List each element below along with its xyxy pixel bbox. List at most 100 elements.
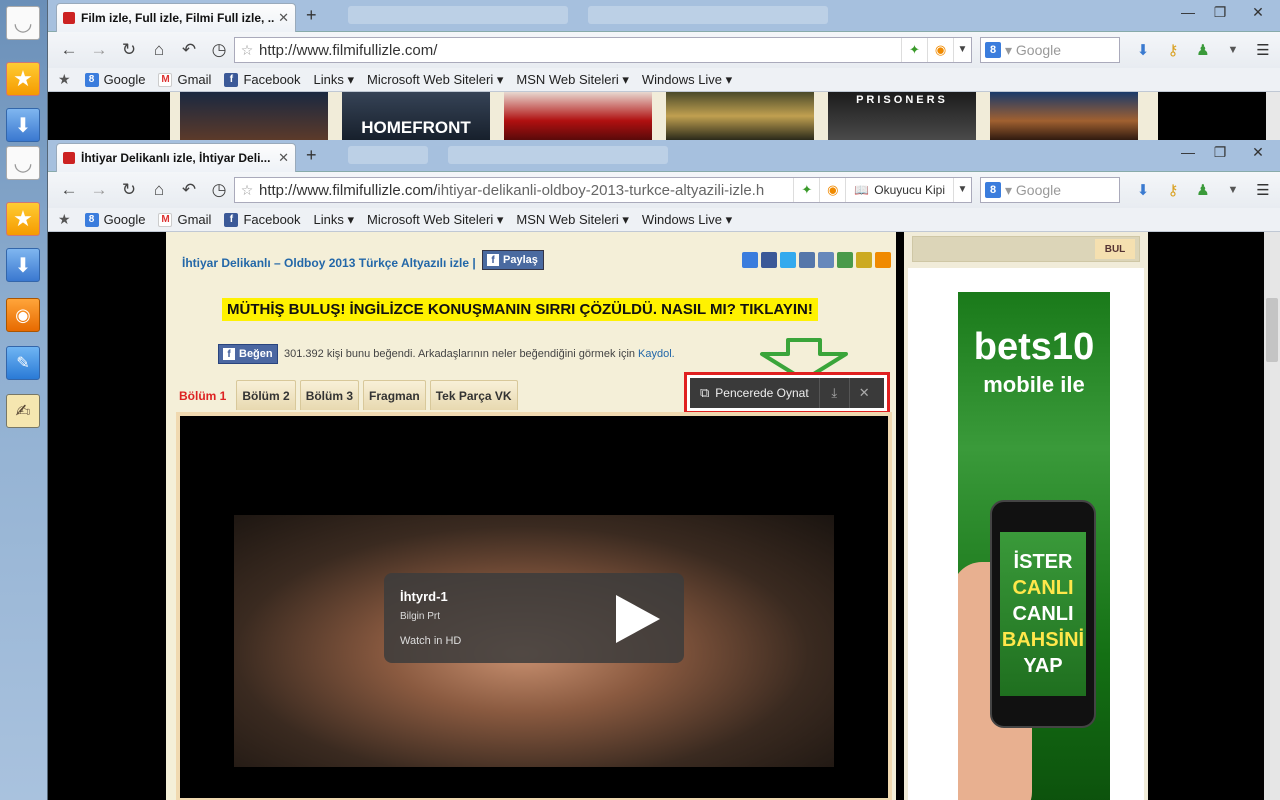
twitter-share-icon[interactable]	[780, 252, 796, 268]
movie-poster[interactable]	[666, 92, 814, 140]
facebook-share-icon[interactable]	[761, 252, 777, 268]
bookmarks-star-icon[interactable]: ★	[58, 71, 71, 88]
pin-extension-icon[interactable]: ✦	[793, 178, 819, 202]
bets10-ad[interactable]: bets10 mobile ile İSTER CANLI CANLI BAHS…	[958, 292, 1110, 800]
tab-ihtiyar-delikanli[interactable]: İhtiyar Delikanlı izle, İhtiyar Deli... …	[56, 143, 296, 172]
bookmark-star-icon[interactable]: ☆	[235, 42, 259, 59]
bookmark-windows-live[interactable]: Windows Live ▾	[642, 72, 732, 88]
star-icon[interactable]: ★	[6, 202, 40, 236]
minimize-icon[interactable]: —	[1172, 0, 1204, 24]
tab-tek-parca-vk[interactable]: Tek Parça VK	[429, 380, 518, 410]
bookmark-windows-live[interactable]: Windows Live ▾	[642, 212, 732, 228]
bookmark-facebook[interactable]: f Facebook	[224, 212, 301, 227]
bookmark-facebook[interactable]: f Facebook	[224, 72, 301, 87]
forward-icon[interactable]: →	[84, 180, 114, 200]
address-bar[interactable]: ☆ http://www.filmifullizle.com/ihtiyar-d…	[234, 177, 972, 203]
search-box[interactable]: 8 ▾ Google	[980, 177, 1120, 203]
sidebar-search[interactable]: BUL	[912, 236, 1140, 262]
pin-icon[interactable]: ✎	[6, 346, 40, 380]
bookmark-msn[interactable]: MSN Web Siteleri ▾	[516, 72, 628, 88]
tab-bolum-2[interactable]: Bölüm 2	[236, 380, 296, 410]
background-tab[interactable]	[448, 146, 668, 164]
like-button[interactable]: f Beğen	[218, 344, 278, 364]
reload-icon[interactable]: ↻	[114, 180, 144, 200]
bookmark-gmail[interactable]: M Gmail	[158, 72, 211, 87]
tab-bolum-1[interactable]: Bölüm 1	[176, 380, 232, 410]
url-text[interactable]: http://www.filmifullizle.com/	[259, 42, 901, 59]
home-icon[interactable]: ⌂	[144, 180, 174, 200]
history-icon[interactable]: ◷	[204, 40, 234, 60]
download-icon[interactable]: ⬇	[1130, 178, 1156, 202]
close-window-icon[interactable]: ✕	[1236, 0, 1280, 24]
download-icon[interactable]: ⬇	[6, 108, 40, 142]
user-icon[interactable]: ♟	[1190, 178, 1216, 202]
undo-icon[interactable]: ↶	[174, 180, 204, 200]
background-tab[interactable]	[348, 146, 428, 164]
search-box[interactable]: 8 ▾ Google	[980, 37, 1120, 63]
myspace-share-icon[interactable]	[799, 252, 815, 268]
movie-poster[interactable]: PRISONERS	[828, 92, 976, 140]
tab-bolum-3[interactable]: Bölüm 3	[299, 380, 360, 410]
key-icon[interactable]: ⚷	[1160, 38, 1186, 62]
pin-extension-icon[interactable]: ✦	[901, 38, 927, 62]
bookmarks-star-icon[interactable]: ★	[58, 211, 71, 228]
movie-poster[interactable]: HOMEFRONT	[342, 92, 490, 140]
page-title[interactable]: İhtiyar Delikanlı – Oldboy 2013 Türkçe A…	[182, 256, 476, 270]
restore-icon[interactable]: ❐	[1204, 0, 1236, 24]
bookmark-google[interactable]: 8 Google	[84, 212, 145, 227]
scrollbar[interactable]	[1266, 92, 1280, 140]
google-plus-share-icon[interactable]	[837, 252, 853, 268]
user-icon[interactable]: ♟	[1190, 38, 1216, 62]
download-icon[interactable]: ⬇	[6, 248, 40, 282]
menu-icon[interactable]: ☰	[1250, 38, 1276, 62]
movie-poster[interactable]	[504, 92, 652, 140]
bookmark-msn[interactable]: MSN Web Siteleri ▾	[516, 212, 628, 228]
forward-icon[interactable]: →	[84, 40, 114, 60]
close-icon[interactable]: ✕	[848, 378, 879, 408]
home-icon[interactable]: ⌂	[144, 40, 174, 60]
smiley-icon[interactable]: ◡	[6, 6, 40, 40]
scrollbar-thumb[interactable]	[1266, 298, 1278, 362]
history-icon[interactable]: ◷	[204, 180, 234, 200]
key-icon[interactable]: ⚷	[1160, 178, 1186, 202]
notepad-icon[interactable]: ✍	[6, 394, 40, 428]
bookmark-microsoft[interactable]: Microsoft Web Siteleri ▾	[367, 72, 503, 88]
movie-poster[interactable]	[180, 92, 328, 140]
watch-hd-link[interactable]: Watch in HD	[400, 635, 461, 647]
star-icon[interactable]: ★	[6, 62, 40, 96]
reload-icon[interactable]: ↻	[114, 40, 144, 60]
new-tab-icon[interactable]: +	[306, 145, 317, 166]
url-text[interactable]: http://www.filmifullizle.com/ihtiyar-del…	[259, 182, 793, 199]
download-icon[interactable]: ⬇	[1130, 38, 1156, 62]
video-thumbnail[interactable]: İhtyrd-1 Bilgin Prt Watch in HD	[234, 515, 834, 767]
bookmark-links[interactable]: Links ▾	[314, 212, 355, 228]
url-dropdown-icon[interactable]: ▼	[953, 178, 971, 202]
background-tab[interactable]	[348, 6, 568, 24]
bookmark-microsoft[interactable]: Microsoft Web Siteleri ▾	[367, 212, 503, 228]
signup-link[interactable]: Kaydol.	[638, 348, 675, 360]
chevron-down-icon[interactable]: ▼	[1220, 178, 1246, 202]
back-icon[interactable]: ←	[54, 40, 84, 60]
movie-poster[interactable]	[990, 92, 1138, 140]
undo-icon[interactable]: ↶	[174, 40, 204, 60]
bookmark-star-icon[interactable]: ☆	[235, 182, 259, 199]
play-icon[interactable]	[616, 595, 660, 643]
close-tab-icon[interactable]: ✕	[278, 150, 289, 166]
restore-icon[interactable]: ❐	[1204, 140, 1236, 164]
video-author[interactable]: Bilgin Prt	[400, 611, 440, 622]
download-icon[interactable]: ⤓	[818, 378, 849, 408]
video-title[interactable]: İhtyrd-1	[400, 589, 448, 604]
background-tab[interactable]	[588, 6, 828, 24]
new-tab-icon[interactable]: +	[306, 5, 317, 26]
rss-feed-icon[interactable]: ◉	[819, 178, 845, 202]
promo-banner[interactable]: MÜTHİŞ BULUŞ! İNGİLİZCE KONUŞMANIN SIRRI…	[222, 298, 818, 321]
address-bar[interactable]: ☆ http://www.filmifullizle.com/ ✦ ◉ ▼	[234, 37, 972, 63]
rss-icon[interactable]: ◉	[6, 298, 40, 332]
menu-icon[interactable]: ☰	[1250, 178, 1276, 202]
minimize-icon[interactable]: —	[1172, 140, 1204, 164]
share-button[interactable]: f Paylaş	[482, 250, 544, 270]
reader-mode-button[interactable]: 📖 Okuyucu Kipi	[845, 178, 953, 202]
smiley-icon[interactable]: ◡	[6, 146, 40, 180]
search-button[interactable]: BUL	[1095, 239, 1135, 259]
url-dropdown-icon[interactable]: ▼	[953, 38, 971, 62]
